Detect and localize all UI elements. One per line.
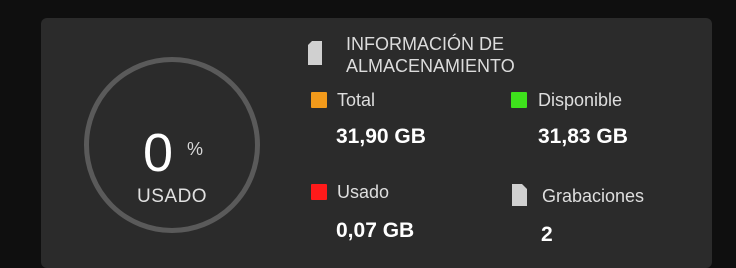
recordings-value: 2 bbox=[541, 223, 553, 246]
total-label: Total bbox=[337, 90, 376, 110]
used-color-swatch bbox=[311, 184, 327, 200]
file-icon bbox=[512, 184, 527, 206]
usage-caption: USADO bbox=[137, 186, 208, 207]
usage-percent-sign: % bbox=[187, 139, 204, 159]
storage-info-title-line2: ALMACENAMIENTO bbox=[346, 56, 515, 76]
sd-card-icon bbox=[308, 41, 322, 65]
used-value: 0,07 GB bbox=[336, 219, 415, 242]
total-value: 31,90 GB bbox=[336, 125, 426, 148]
available-label: Disponible bbox=[538, 90, 623, 110]
storage-info-title-line1: INFORMACIÓN DE bbox=[346, 34, 505, 54]
recordings-label: Grabaciones bbox=[542, 186, 645, 206]
storage-info-title: INFORMACIÓN DE ALMACENAMIENTO bbox=[346, 33, 606, 77]
usage-percent-value: 0 bbox=[143, 123, 174, 183]
used-label: Usado bbox=[337, 182, 390, 202]
available-value: 31,83 GB bbox=[538, 125, 628, 148]
available-color-swatch bbox=[511, 92, 527, 108]
total-color-swatch bbox=[311, 92, 327, 108]
